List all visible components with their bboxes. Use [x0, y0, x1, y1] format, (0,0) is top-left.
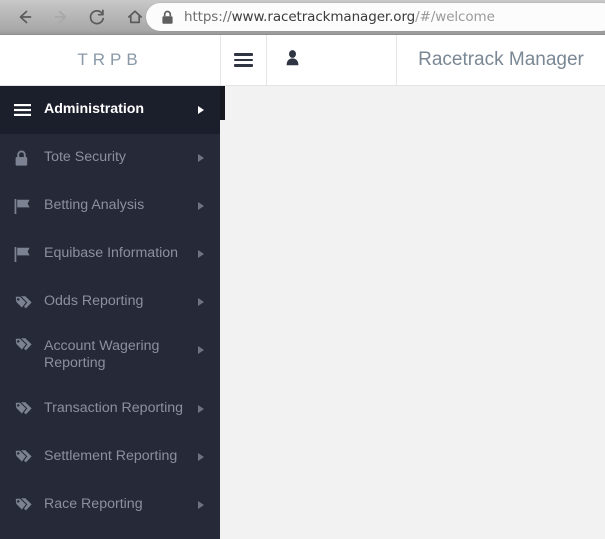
tags-icon — [14, 337, 44, 352]
url-host: www.racetrackmanager.org — [231, 9, 416, 25]
chevron-right-icon — [198, 404, 204, 413]
sidebar-item-label: Betting Analysis — [44, 197, 145, 214]
hamburger-menu-icon — [234, 50, 253, 70]
page-title-label: Racetrack Manager — [418, 49, 584, 70]
reload-button[interactable] — [80, 0, 114, 34]
user-account-icon — [284, 49, 301, 72]
flag-icon — [14, 198, 44, 215]
reload-icon — [87, 7, 107, 27]
back-arrow-icon — [15, 7, 35, 27]
tags-icon — [14, 449, 44, 464]
sidebar-item-betting-analysis[interactable]: Betting Analysis — [0, 182, 220, 230]
chevron-right-icon — [198, 106, 204, 114]
lock-icon — [152, 10, 182, 25]
sidebar-item-label: Equibase Information — [44, 245, 179, 262]
sidebar-navigation: Administration Tote Security Betting Ana… — [0, 86, 220, 539]
main-content-area — [220, 86, 605, 539]
sidebar-item-transaction-reporting[interactable]: Transaction Reporting — [0, 385, 220, 433]
user-account-button[interactable] — [266, 35, 396, 85]
home-icon — [125, 7, 145, 27]
browser-toolbar: https://www.racetrackmanager.org/#/welco… — [0, 0, 605, 35]
sidebar-toggle-button[interactable] — [220, 35, 266, 85]
address-bar[interactable]: https://www.racetrackmanager.org/#/welco… — [146, 3, 605, 31]
forward-arrow-icon — [51, 7, 71, 27]
url-text: https://www.racetrackmanager.org/#/welco… — [184, 9, 495, 25]
sidebar-item-label: Account Wagering Reporting — [44, 338, 160, 372]
chevron-right-icon — [198, 202, 204, 210]
sidebar-item-odds-reporting[interactable]: Odds Reporting — [0, 278, 220, 326]
tags-icon — [14, 295, 44, 310]
page-title: Racetrack Manager — [396, 35, 605, 85]
flag-icon — [14, 246, 44, 263]
sidebar-item-label: Race Reporting — [44, 495, 143, 512]
forward-button[interactable] — [44, 0, 78, 34]
sidebar-item-administration[interactable]: Administration — [0, 86, 220, 134]
chevron-right-icon — [198, 500, 204, 509]
sidebar-item-race-reporting[interactable]: Race Reporting — [0, 481, 220, 529]
sidebar-item-label: Transaction Reporting — [44, 399, 184, 416]
chevron-right-icon — [198, 298, 204, 306]
sidebar-item-label: Settlement Reporting — [44, 447, 178, 464]
url-scheme: https:// — [184, 9, 232, 25]
chevron-right-icon — [198, 154, 204, 162]
chevron-right-icon — [198, 346, 204, 354]
app-navbar: TRPB Racetrack Manager — [0, 35, 605, 86]
back-button[interactable] — [8, 0, 42, 34]
content-left-edge-accent — [220, 86, 225, 120]
sidebar-item-label: Tote Security — [44, 149, 127, 166]
chevron-right-icon — [198, 452, 204, 461]
lock-icon — [14, 150, 44, 167]
url-path: /#/welcome — [415, 9, 495, 25]
sidebar-item-label: Administration — [44, 101, 145, 118]
brand-logo[interactable]: TRPB — [0, 35, 220, 85]
sidebar-item-label: Odds Reporting — [44, 293, 144, 310]
sidebar-item-account-wagering-reporting[interactable]: Account Wagering Reporting — [0, 326, 220, 385]
sidebar-item-settlement-reporting[interactable]: Settlement Reporting — [0, 433, 220, 481]
tags-icon — [14, 497, 44, 512]
hamburger-menu-icon — [14, 103, 44, 117]
sidebar-item-equibase-information[interactable]: Equibase Information — [0, 230, 220, 278]
chevron-right-icon — [198, 250, 204, 258]
brand-label: TRPB — [77, 50, 143, 69]
sidebar-item-tote-security[interactable]: Tote Security — [0, 134, 220, 182]
tags-icon — [14, 401, 44, 416]
